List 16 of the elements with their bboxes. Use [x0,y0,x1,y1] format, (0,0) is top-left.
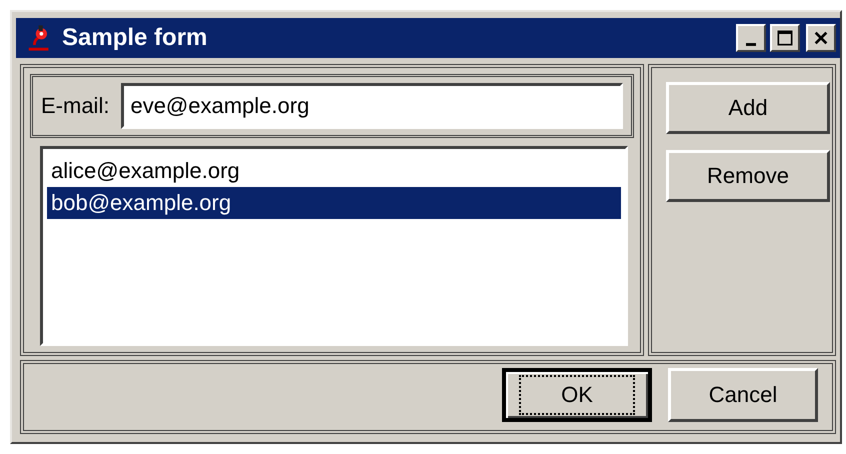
action-button[interactable]: Add [666,82,830,134]
close-icon [813,30,829,46]
action-button[interactable]: Remove [666,150,830,202]
close-button[interactable] [806,24,836,52]
minimize-icon [746,42,756,46]
list-item[interactable]: bob@example.org [47,187,621,219]
dialog-button[interactable]: Cancel [668,368,818,422]
minimize-button[interactable] [736,24,766,52]
list-item[interactable]: alice@example.org [47,155,621,187]
maximize-button[interactable] [770,24,800,52]
email-field[interactable]: eve@example.org [121,83,623,129]
window-title: Sample form [62,24,208,52]
dialog-button[interactable]: OK [502,368,652,422]
maximize-icon [777,30,793,46]
email-label: E-mail: [41,93,110,119]
address-list[interactable]: alice@example.org bob@example.org [40,146,628,346]
